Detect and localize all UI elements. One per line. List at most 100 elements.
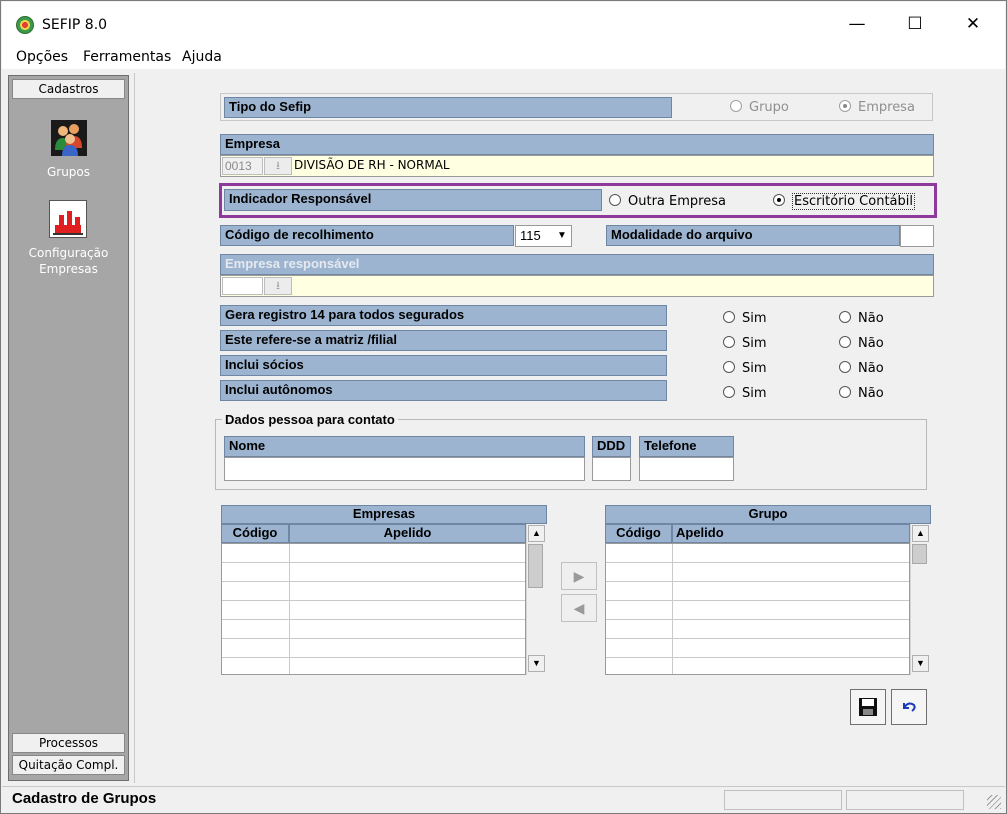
contato-telefone-input[interactable] <box>639 457 734 481</box>
radio-circle[interactable] <box>839 386 851 398</box>
minimize-button[interactable]: — <box>842 12 872 36</box>
resize-grip-icon[interactable] <box>987 795 1001 809</box>
scroll-down-icon[interactable]: ▼ <box>528 655 545 672</box>
save-button[interactable] <box>850 689 886 725</box>
menu-ajuda[interactable]: Ajuda <box>182 49 222 65</box>
radio-registro14-nao[interactable]: Não <box>839 310 884 328</box>
sidebar-item-grupos[interactable]: Grupos <box>12 164 125 180</box>
radio-matriz-nao[interactable]: Não <box>839 335 884 353</box>
maximize-button[interactable]: ☐ <box>900 12 930 36</box>
table-row[interactable] <box>606 601 909 620</box>
add-to-group-button[interactable]: ▶ <box>561 562 597 590</box>
empresa-code-input[interactable]: 0013 <box>222 157 263 175</box>
table-row[interactable] <box>606 563 909 582</box>
undo-button[interactable] <box>891 689 927 725</box>
floppy-disk-icon <box>859 697 877 716</box>
table-row[interactable] <box>606 582 909 601</box>
radio-grupo-circle[interactable] <box>730 100 742 112</box>
radio-label: Não <box>858 386 884 401</box>
menu-ferramentas[interactable]: Ferramentas <box>83 49 171 65</box>
sidebar-tab-processos[interactable]: Processos <box>12 733 125 753</box>
empresa-responsavel-lookup-button[interactable]: ⭳ <box>264 277 292 295</box>
table-row[interactable] <box>222 544 525 563</box>
status-text: Cadastro de Grupos <box>12 790 157 807</box>
question-socios-label: Inclui sócios <box>220 355 667 376</box>
scroll-thumb[interactable] <box>912 544 927 564</box>
contato-ddd-label: DDD <box>592 436 631 457</box>
radio-socios-sim[interactable]: Sim <box>723 360 767 378</box>
question-autonomos-label: Inclui autônomos <box>220 380 667 401</box>
radio-circle[interactable] <box>839 336 851 348</box>
scroll-up-icon[interactable]: ▲ <box>912 525 929 542</box>
window-title: SEFIP 8.0 <box>42 17 108 33</box>
empresas-scrollbar[interactable]: ▲ ▼ <box>526 524 546 675</box>
table-row[interactable] <box>222 639 525 658</box>
indicador-label: Indicador Responsável <box>224 189 602 211</box>
radio-empresa[interactable]: Empresa <box>839 99 915 117</box>
table-row[interactable] <box>606 639 909 658</box>
tipo-sefip-label: Tipo do Sefip <box>224 97 672 118</box>
radio-outra-empresa[interactable]: Outra Empresa <box>609 193 726 211</box>
users-group-icon[interactable] <box>51 120 87 156</box>
table-row[interactable] <box>222 582 525 601</box>
radio-grupo[interactable]: Grupo <box>730 99 789 117</box>
scroll-down-icon[interactable]: ▼ <box>912 655 929 672</box>
radio-circle[interactable] <box>839 311 851 323</box>
radio-matriz-sim[interactable]: Sim <box>723 335 767 353</box>
remove-from-group-button[interactable]: ◀ <box>561 594 597 622</box>
radio-outra-empresa-circle[interactable] <box>609 194 621 206</box>
grupo-col-apelido[interactable]: Apelido <box>672 524 910 543</box>
scroll-up-icon[interactable]: ▲ <box>528 525 545 542</box>
contato-ddd-input[interactable] <box>592 457 631 481</box>
radio-circle[interactable] <box>723 361 735 373</box>
sidebar-item-configuracao-line1[interactable]: Configuração <box>12 245 125 261</box>
empresa-responsavel-code-input[interactable] <box>222 277 263 295</box>
factory-icon[interactable] <box>49 200 87 238</box>
radio-circle[interactable] <box>723 336 735 348</box>
radio-registro14-sim[interactable]: Sim <box>723 310 767 328</box>
undo-icon <box>903 702 916 712</box>
download-arrow-icon: ⭳ <box>276 160 280 172</box>
radio-socios-nao[interactable]: Não <box>839 360 884 378</box>
empresa-lookup-button[interactable]: ⭳ <box>264 157 292 175</box>
empresas-col-codigo[interactable]: Código <box>221 524 289 543</box>
radio-outra-empresa-label: Outra Empresa <box>628 194 726 209</box>
table-row[interactable] <box>222 563 525 582</box>
codigo-recolhimento-select[interactable]: 115 ▼ <box>515 225 572 247</box>
sidebar-tab-quitacao[interactable]: Quitação Compl. <box>12 755 125 775</box>
table-row[interactable] <box>222 601 525 620</box>
grupo-scrollbar[interactable]: ▲ ▼ <box>910 524 930 675</box>
close-button[interactable]: ✕ <box>958 12 988 36</box>
app-logo-icon <box>16 16 34 34</box>
question-matriz-filial-label: Este refere-se a matriz /filial <box>220 330 667 351</box>
radio-circle[interactable] <box>839 361 851 373</box>
radio-autonomos-sim[interactable]: Sim <box>723 385 767 403</box>
menu-bar: Opções Ferramentas Ajuda <box>2 46 1005 69</box>
grupo-grid-body[interactable] <box>605 543 910 675</box>
contato-telefone-label: Telefone <box>639 436 734 457</box>
question-registro14-label: Gera registro 14 para todos segurados <box>220 305 667 326</box>
contato-nome-input[interactable] <box>224 457 585 481</box>
download-arrow-icon: ⭳ <box>276 280 280 292</box>
table-row[interactable] <box>606 544 909 563</box>
table-row[interactable] <box>222 620 525 639</box>
modalidade-input[interactable] <box>900 225 934 247</box>
chevron-down-icon[interactable]: ▼ <box>553 226 571 246</box>
grupo-col-codigo[interactable]: Código <box>605 524 672 543</box>
empresas-grid-body[interactable] <box>221 543 526 675</box>
menu-opcoes[interactable]: Opções <box>16 49 68 65</box>
scroll-thumb[interactable] <box>528 544 543 588</box>
radio-escritorio-contabil[interactable]: Escritório Contábil <box>773 193 915 211</box>
radio-autonomos-nao[interactable]: Não <box>839 385 884 403</box>
radio-circle[interactable] <box>723 386 735 398</box>
radio-circle[interactable] <box>723 311 735 323</box>
sidebar-item-configuracao-line2[interactable]: Empresas <box>12 261 125 277</box>
empresa-responsavel-label: Empresa responsável <box>220 254 934 275</box>
form-area: Tipo do Sefip Grupo Empresa Empresa 0013… <box>134 73 1002 783</box>
radio-escritorio-circle[interactable] <box>773 194 785 206</box>
table-row[interactable] <box>606 620 909 639</box>
sidebar-tab-cadastros[interactable]: Cadastros <box>12 79 125 99</box>
radio-empresa-circle[interactable] <box>839 100 851 112</box>
empresas-col-apelido[interactable]: Apelido <box>289 524 526 543</box>
modalidade-label: Modalidade do arquivo <box>606 225 900 246</box>
